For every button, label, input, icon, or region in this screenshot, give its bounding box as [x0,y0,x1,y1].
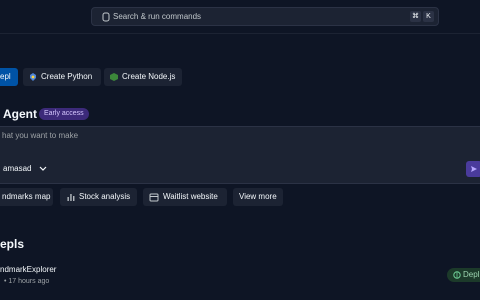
python-icon [30,73,36,81]
chevron-down-icon[interactable] [39,166,47,172]
view-more-button[interactable]: View more [233,188,283,206]
chart-icon [67,194,75,201]
suggestion-label: ndmarks map [2,192,51,201]
suggestion-label: Stock analysis [79,192,131,201]
suggestion-landmarks-map[interactable]: ndmarks map [0,188,53,206]
globe-icon [453,271,461,279]
suggestion-stock-analysis[interactable]: Stock analysis [60,188,137,206]
create-python-label: Create Python [41,72,93,81]
shortcut-k-key: K [423,11,434,22]
deployment-badge[interactable]: Depl [447,268,480,282]
search-icon [102,12,110,22]
suggestion-label: Waitlist website [163,192,218,201]
search-placeholder: Search & run commands [113,12,202,21]
repl-meta: • 17 hours ago [4,278,50,285]
agent-prompt-placeholder: hat you want to make [2,131,79,140]
agent-title: Agent [3,107,37,121]
calendar-icon [149,193,159,202]
create-node-button[interactable]: Create Node.js [104,68,182,86]
deployment-badge-label: Depl [463,270,480,279]
repls-section-title: epls [0,237,25,251]
shortcut-mod-key: ⌘ [410,11,421,22]
view-more-label: View more [239,192,277,201]
suggestion-waitlist-website[interactable]: Waitlist website [143,188,227,206]
command-search[interactable]: Search & run commands ⌘ K [91,7,439,26]
create-python-button[interactable]: Create Python [23,68,101,86]
repl-name[interactable]: ndmarkExplorer [0,265,56,274]
send-icon [471,166,477,172]
nodejs-icon [110,73,118,81]
create-repl-button[interactable]: epl [0,68,18,86]
top-bar: Search & run commands ⌘ K [0,0,480,34]
create-node-label: Create Node.js [122,72,176,81]
send-button[interactable] [466,161,480,177]
owner-selector[interactable]: amasad [3,164,31,173]
create-repl-label: epl [0,72,11,81]
early-access-badge: Early access [39,108,89,120]
